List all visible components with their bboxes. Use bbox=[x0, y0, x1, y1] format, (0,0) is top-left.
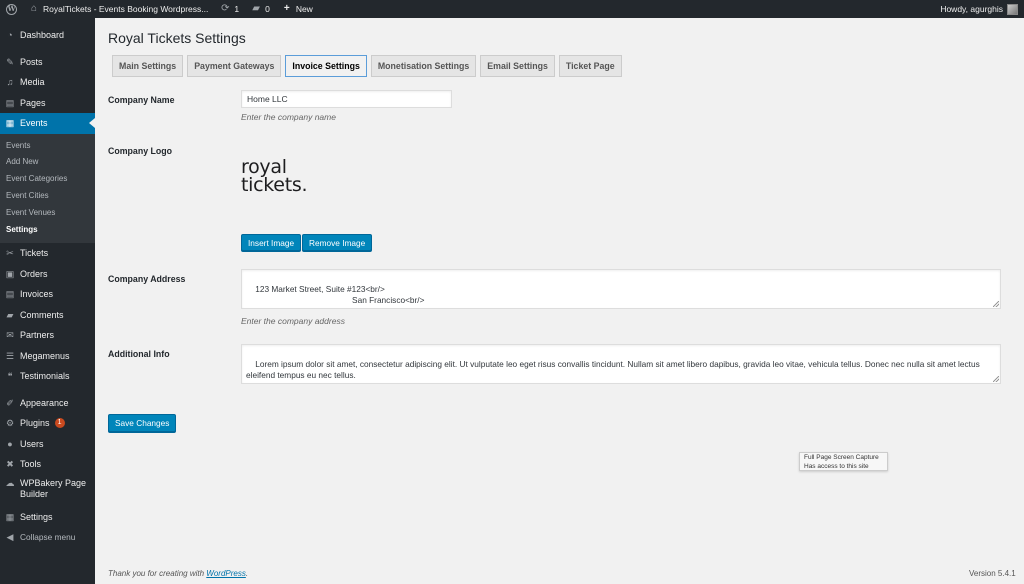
home-icon: ⌂ bbox=[30, 3, 38, 14]
submenu-event-categories[interactable]: Event Categories bbox=[0, 171, 95, 188]
wordpress-link[interactable]: WordPress bbox=[206, 569, 246, 578]
menu-settings[interactable]: ▦ Settings bbox=[0, 506, 95, 527]
menu-partners[interactable]: ✉ Partners bbox=[0, 325, 95, 346]
company-name-description: Enter the company name bbox=[241, 112, 336, 122]
wordpress-logo-icon bbox=[6, 3, 17, 15]
company-logo-label: Company Logo bbox=[108, 146, 173, 156]
company-address-description: Enter the company address bbox=[241, 316, 345, 326]
dashboard-icon: ◔ bbox=[7, 30, 13, 41]
avatar bbox=[1007, 3, 1018, 15]
tab-payment-gateways[interactable]: Payment Gateways bbox=[187, 55, 282, 77]
users-icon: ● bbox=[7, 438, 13, 449]
collapse-icon: ◀ bbox=[6, 532, 14, 543]
menu-wpbakery[interactable]: ☁ WPBakery Page Builder bbox=[0, 474, 95, 506]
menu-events[interactable]: ▦ Events bbox=[0, 113, 95, 134]
my-account-link[interactable]: Howdy, agurghis bbox=[934, 0, 1024, 18]
company-name-input[interactable]: Home LLC bbox=[241, 90, 452, 108]
comments-link[interactable]: ▰ 0 bbox=[245, 0, 276, 18]
invoices-icon: ▤ bbox=[5, 289, 15, 300]
events-submenu: Events Add New Event Categories Event Ci… bbox=[0, 133, 95, 243]
tools-icon: ✖ bbox=[6, 459, 14, 470]
media-icon: ♫ bbox=[6, 77, 14, 88]
wp-logo-menu[interactable] bbox=[0, 0, 23, 18]
menu-pages[interactable]: ▤ Pages bbox=[0, 93, 95, 114]
submenu-settings[interactable]: Settings bbox=[0, 222, 95, 239]
megamenus-icon: ☰ bbox=[5, 350, 15, 361]
admin-bar: ⌂ RoyalTickets - Events Booking Wordpres… bbox=[0, 0, 1024, 18]
menu-megamenus[interactable]: ☰ Megamenus bbox=[0, 345, 95, 366]
comment-icon: ▰ bbox=[252, 3, 260, 14]
orders-icon: ▣ bbox=[5, 268, 15, 279]
wpbakery-icon: ☁ bbox=[5, 478, 15, 489]
new-content-link[interactable]: + New bbox=[276, 0, 319, 18]
menu-media[interactable]: ♫ Media bbox=[0, 72, 95, 93]
pin-icon: ✎ bbox=[6, 56, 14, 67]
insert-image-button[interactable]: Insert Image bbox=[241, 234, 302, 251]
comments-icon: ▰ bbox=[6, 309, 14, 320]
appearance-icon: ✐ bbox=[6, 397, 14, 408]
tab-ticket-page[interactable]: Ticket Page bbox=[558, 55, 622, 77]
plugins-update-badge: 1 bbox=[54, 418, 65, 429]
company-logo-image: royal tickets. bbox=[241, 158, 308, 196]
company-address-label: Company Address bbox=[108, 274, 186, 284]
menu-testimonials[interactable]: ❝ Testimonials bbox=[0, 366, 95, 387]
submenu-event-cities[interactable]: Event Cities bbox=[0, 188, 95, 205]
menu-collapse[interactable]: ◀ Collapse menu bbox=[0, 527, 95, 548]
pages-icon: ▤ bbox=[5, 97, 15, 108]
updates-link[interactable]: ⟳ 1 bbox=[214, 0, 245, 18]
tab-main-settings[interactable]: Main Settings bbox=[112, 55, 184, 77]
submenu-event-venues[interactable]: Event Venues bbox=[0, 205, 95, 222]
tab-invoice-settings[interactable]: Invoice Settings bbox=[285, 55, 367, 77]
resize-handle-icon[interactable] bbox=[993, 301, 999, 307]
tab-monetisation-settings[interactable]: Monetisation Settings bbox=[370, 55, 477, 77]
screen-capture-tooltip: Full Page Screen Capture Has access to t… bbox=[799, 452, 888, 471]
menu-invoices[interactable]: ▤ Invoices bbox=[0, 284, 95, 305]
plugins-icon: ⚙ bbox=[5, 418, 15, 429]
settings-icon: ▦ bbox=[5, 511, 15, 522]
menu-orders[interactable]: ▣ Orders bbox=[0, 263, 95, 284]
menu-appearance[interactable]: ✐ Appearance bbox=[0, 392, 95, 413]
ticket-icon: ✂ bbox=[6, 248, 14, 259]
remove-image-button[interactable]: Remove Image bbox=[302, 234, 373, 251]
tab-email-settings[interactable]: Email Settings bbox=[480, 55, 555, 77]
menu-plugins[interactable]: ⚙ Plugins 1 bbox=[0, 413, 95, 434]
settings-tabs: Main Settings Payment Gateways Invoice S… bbox=[112, 55, 626, 77]
site-name-link[interactable]: ⌂ RoyalTickets - Events Booking Wordpres… bbox=[23, 0, 214, 18]
admin-sidebar: ◔ Dashboard ✎ Posts ♫ Media ▤ Pages ▦ Events … bbox=[0, 18, 95, 584]
company-name-label: Company Name bbox=[108, 95, 175, 105]
company-address-textarea[interactable]: 123 Market Street, Suite #123<br/> San F… bbox=[241, 269, 1001, 309]
resize-handle-icon[interactable] bbox=[993, 376, 999, 382]
calendar-icon: ▦ bbox=[5, 118, 15, 129]
additional-info-textarea[interactable]: Lorem ipsum dolor sit amet, consectetur … bbox=[241, 344, 1001, 384]
menu-tickets[interactable]: ✂ Tickets bbox=[0, 243, 95, 264]
menu-users[interactable]: ● Users bbox=[0, 433, 95, 454]
menu-dashboard[interactable]: ◔ Dashboard bbox=[0, 25, 95, 46]
footer-version: Version 5.4.1 bbox=[969, 569, 1016, 578]
refresh-icon: ⟳ bbox=[221, 3, 230, 14]
menu-tools[interactable]: ✖ Tools bbox=[0, 454, 95, 475]
save-changes-button[interactable]: Save Changes bbox=[108, 414, 177, 432]
testimonials-icon: ❝ bbox=[7, 371, 13, 382]
plus-icon: + bbox=[283, 3, 290, 14]
partners-icon: ✉ bbox=[6, 330, 14, 341]
menu-comments[interactable]: ▰ Comments bbox=[0, 304, 95, 325]
submenu-events[interactable]: Events bbox=[0, 138, 95, 155]
logo-line-tickets: tickets. bbox=[241, 174, 308, 196]
page-title: Royal Tickets Settings bbox=[108, 30, 246, 46]
additional-info-label: Additional Info bbox=[108, 349, 170, 359]
submenu-add-new[interactable]: Add New bbox=[0, 154, 95, 171]
menu-posts[interactable]: ✎ Posts bbox=[0, 52, 95, 73]
footer-thanks: Thank you for creating with WordPress. bbox=[108, 569, 249, 578]
